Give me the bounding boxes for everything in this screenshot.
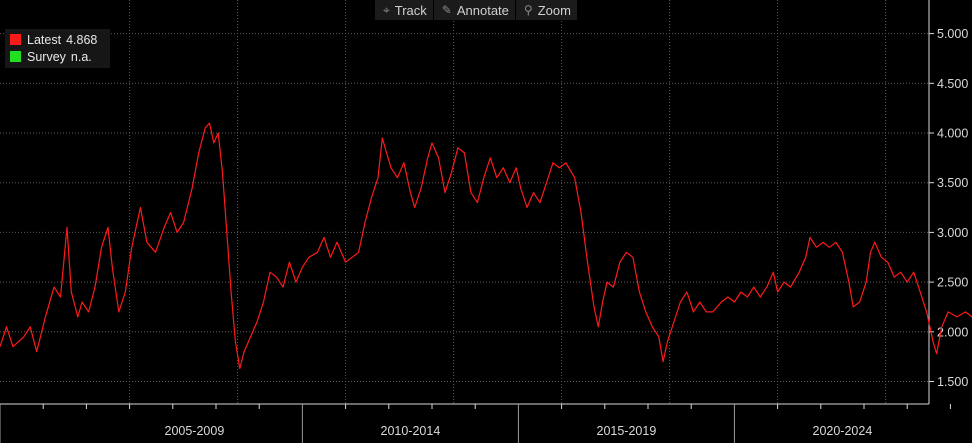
survey-value: n.a. (70, 49, 92, 64)
x-period-label: 2005-2009 (165, 424, 225, 438)
legend-item-survey[interactable]: Survey n.a. (5, 48, 110, 65)
y-tick-label: 2.500 (937, 276, 968, 290)
series-line-latest (0, 122, 972, 370)
latest-label: Latest (27, 32, 62, 47)
x-period-label: 2020-2024 (813, 424, 873, 438)
annotate-button[interactable]: ✎ Annotate (434, 0, 516, 20)
latest-value: 4.868 (66, 32, 98, 47)
survey-swatch (10, 51, 21, 62)
y-tick-label: 4.000 (937, 127, 968, 141)
crosshair-icon: ⌖ (383, 3, 390, 17)
annotate-label: Annotate (456, 2, 509, 18)
x-period-label: 2015-2019 (597, 424, 657, 438)
y-tick-label: 1.500 (937, 375, 968, 389)
y-tick-label: 3.500 (937, 176, 968, 190)
pencil-icon: ✎ (441, 3, 452, 17)
track-label: Track (394, 2, 427, 18)
y-tick-label: 5.000 (937, 27, 968, 41)
chart-legend: Latest 4.868 Survey n.a. (5, 29, 110, 68)
track-button[interactable]: ⌖ Track (375, 0, 434, 20)
zoom-label: Zoom (537, 2, 571, 18)
survey-label: Survey (27, 49, 66, 64)
y-tick-label: 4.500 (937, 77, 968, 91)
legend-item-latest[interactable]: Latest 4.868 (5, 31, 110, 48)
zoom-button[interactable]: ⚲ Zoom (516, 0, 577, 20)
latest-swatch (10, 34, 21, 45)
x-period-label: 2010-2014 (381, 424, 441, 438)
chart-canvas: 1.5002.0002.5003.0003.5004.0004.5005.000… (0, 0, 972, 443)
chart-toolbar: ⌖ Track ✎ Annotate ⚲ Zoom (375, 0, 577, 20)
y-tick-label: 3.000 (937, 226, 968, 240)
magnifier-icon: ⚲ (523, 3, 533, 17)
